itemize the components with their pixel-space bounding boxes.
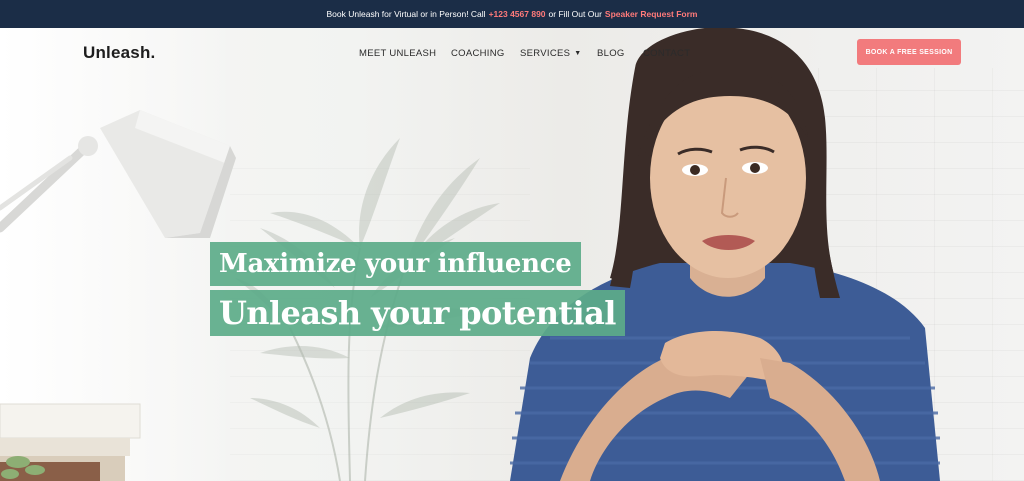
speaker-request-form-link[interactable]: Speaker Request Form [605,9,698,19]
nav-item-label: MEET UNLEASH [359,47,437,59]
hero-headline-primary: Maximize your influence [210,242,581,286]
nav-item-contact[interactable]: CONTACT [643,46,690,60]
phone-link[interactable]: +123 4567 890 [489,9,546,19]
caret-down-icon: ▼ [574,49,582,57]
announcement-text: Book Unleash for Virtual or in Person! C… [326,9,486,19]
books-image [0,403,141,481]
nav-item-label: BLOG [597,47,625,59]
main-nav: MEET UNLEASH COACHING SERVICES ▼ BLOG CO… [359,46,690,60]
nav-item-services[interactable]: SERVICES ▼ [520,46,597,60]
nav-item-label: CONTACT [643,47,691,59]
nav-item-blog[interactable]: BLOG [597,46,643,60]
nav-item-coaching[interactable]: COACHING [451,46,520,60]
book-free-session-button[interactable]: BOOK A FREE SESSION [857,39,961,65]
desk-lamp-image [0,110,236,238]
nav-item-label: COACHING [451,47,505,59]
announcement-bar: Book Unleash for Virtual or in Person! C… [0,0,1024,28]
hero-headline-secondary: Unleash your potential [210,290,625,336]
nav-item-label: SERVICES [520,47,571,59]
announcement-text-middle: or Fill Out Our [548,9,602,19]
site-logo[interactable]: Unleash. [83,43,155,63]
nav-item-meet-unleash[interactable]: MEET UNLEASH [359,46,451,60]
